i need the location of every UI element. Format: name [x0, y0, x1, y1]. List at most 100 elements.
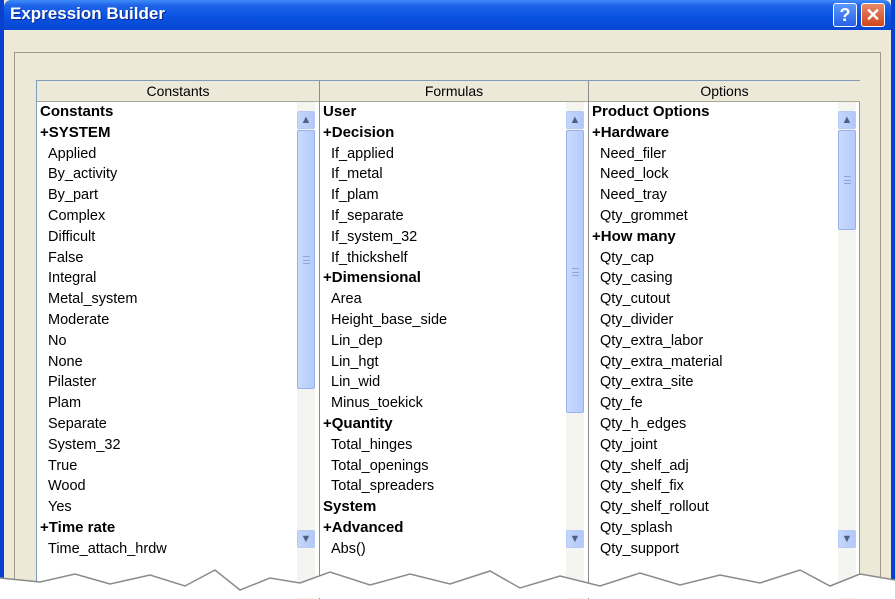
list-item[interactable]: Time_attach_hrdw — [40, 539, 319, 560]
formulas-column: Formulas User +Decision If_applied If_metal… — [319, 81, 588, 599]
scroll-up-button[interactable]: ▲ — [297, 111, 315, 129]
list-item[interactable]: True — [40, 456, 319, 477]
list-item[interactable]: Lin_hgt — [323, 352, 588, 373]
list-item[interactable]: Qty_joint — [592, 435, 860, 456]
list-item[interactable]: Qty_shelf_fix — [592, 476, 860, 497]
list-item[interactable]: Lin_dep — [323, 331, 588, 352]
list-group-header[interactable]: Constants — [40, 102, 319, 123]
scroll-up-button[interactable]: ▲ — [566, 111, 584, 129]
list-item[interactable]: Difficult — [40, 227, 319, 248]
window-title: Expression Builder — [10, 4, 165, 23]
list-item[interactable]: Plam — [40, 393, 319, 414]
close-button[interactable]: ✕ — [861, 3, 885, 27]
list-item[interactable]: Total_openings — [323, 456, 588, 477]
formulas-scrollbar[interactable]: ▲ ▼ — [566, 102, 584, 599]
list-item[interactable]: Qty_cap — [592, 248, 860, 269]
formulas-list[interactable]: User +Decision If_applied If_metal If_plam If… — [320, 102, 588, 599]
list-group-header[interactable]: +Time rate — [40, 518, 319, 539]
list-item[interactable]: Qty_cutout — [592, 289, 860, 310]
scroll-down-button[interactable]: ▼ — [297, 530, 315, 548]
scroll-thumb[interactable] — [297, 130, 315, 389]
list-item[interactable]: By_part — [40, 185, 319, 206]
chevron-down-icon: ▼ — [841, 533, 853, 545]
list-item[interactable]: Qty_extra_material — [592, 352, 860, 373]
column-header-formulas[interactable]: Formulas — [320, 81, 588, 102]
list-item[interactable]: None — [40, 352, 319, 373]
list-item[interactable]: Qty_splash — [592, 518, 860, 539]
list-item[interactable]: Qty_casing — [592, 268, 860, 289]
grip-icon — [303, 255, 310, 264]
list-item[interactable]: If_thickshelf — [323, 248, 588, 269]
options-column: Options Product Options +Hardware Need_fil… — [588, 81, 860, 599]
list-item[interactable]: If_plam — [323, 185, 588, 206]
title-bar[interactable]: Expression Builder ? ✕ — [4, 0, 891, 30]
list-item[interactable]: Metal_system — [40, 289, 319, 310]
list-item[interactable]: Qty_extra_labor — [592, 331, 860, 352]
list-group-header[interactable]: +Advanced — [323, 518, 588, 539]
list-item[interactable]: Qty_shelf_rollout — [592, 497, 860, 518]
list-group-header[interactable]: +Decision — [323, 123, 588, 144]
list-item[interactable]: False — [40, 248, 319, 269]
list-item[interactable]: Area — [323, 289, 588, 310]
constants-list[interactable]: Constants +SYSTEM Applied By_activity By_par… — [37, 102, 319, 599]
list-group-header[interactable]: User — [323, 102, 588, 123]
list-group-header[interactable]: +Quantity — [323, 414, 588, 435]
list-item[interactable]: System_32 — [40, 435, 319, 456]
list-item[interactable]: Applied — [40, 144, 319, 165]
list-item[interactable]: Abs() — [323, 539, 588, 560]
list-item[interactable]: Complex — [40, 206, 319, 227]
close-icon: ✕ — [865, 4, 881, 25]
chevron-up-icon: ▲ — [569, 114, 581, 126]
column-header-constants[interactable]: Constants — [37, 81, 319, 102]
list-item[interactable]: By_activity — [40, 164, 319, 185]
scroll-down-button[interactable]: ▼ — [566, 530, 584, 548]
list-item[interactable]: Wood — [40, 476, 319, 497]
list-item[interactable]: Total_spreaders — [323, 476, 588, 497]
chevron-up-icon: ▲ — [841, 114, 853, 126]
list-group-header[interactable]: +Hardware — [592, 123, 860, 144]
list-item[interactable]: Lin_wid — [323, 372, 588, 393]
list-item[interactable]: Separate — [40, 414, 319, 435]
scroll-down-button[interactable]: ▼ — [838, 530, 856, 548]
list-item[interactable]: Qty_fe — [592, 393, 860, 414]
list-item[interactable]: Yes — [40, 497, 319, 518]
list-item[interactable]: Qty_divider — [592, 310, 860, 331]
list-item[interactable]: Qty_grommet — [592, 206, 860, 227]
list-item[interactable]: Pilaster — [40, 372, 319, 393]
list-item[interactable]: If_applied — [323, 144, 588, 165]
list-item[interactable]: Qty_shelf_adj — [592, 456, 860, 477]
list-item[interactable]: Height_base_side — [323, 310, 588, 331]
list-item[interactable]: No — [40, 331, 319, 352]
constants-column: Constants Constants +SYSTEM Applied By_acti… — [37, 81, 319, 599]
list-group-header[interactable]: +How many — [592, 227, 860, 248]
options-list[interactable]: Product Options +Hardware Need_filer Need_l… — [589, 102, 860, 599]
list-group-header[interactable]: Product Options — [592, 102, 860, 123]
list-item[interactable]: If_metal — [323, 164, 588, 185]
list-group-header[interactable]: +SYSTEM — [40, 123, 319, 144]
grip-icon — [572, 267, 579, 276]
list-item[interactable]: Need_tray — [592, 185, 860, 206]
list-item[interactable]: Qty_extra_site — [592, 372, 860, 393]
scroll-up-button[interactable]: ▲ — [838, 111, 856, 129]
scroll-thumb[interactable] — [566, 130, 584, 413]
list-item[interactable]: Total_hinges — [323, 435, 588, 456]
column-header-options[interactable]: Options — [589, 81, 860, 102]
list-group-header[interactable]: +Dimensional — [323, 268, 588, 289]
scroll-thumb[interactable] — [838, 130, 856, 230]
list-item[interactable]: Minus_toekick — [323, 393, 588, 414]
list-item[interactable]: Need_filer — [592, 144, 860, 165]
list-item[interactable]: Need_lock — [592, 164, 860, 185]
question-mark-icon: ? — [839, 4, 851, 25]
list-item[interactable]: If_separate — [323, 206, 588, 227]
list-item[interactable]: Qty_support — [592, 539, 860, 560]
chevron-up-icon: ▲ — [300, 114, 312, 126]
options-scrollbar[interactable]: ▲ ▼ — [838, 102, 856, 599]
list-item[interactable]: Moderate — [40, 310, 319, 331]
list-item[interactable]: If_system_32 — [323, 227, 588, 248]
constants-scrollbar[interactable]: ▲ ▼ — [297, 102, 315, 599]
list-item[interactable]: Integral — [40, 268, 319, 289]
list-item[interactable]: Qty_h_edges — [592, 414, 860, 435]
help-button[interactable]: ? — [833, 3, 857, 27]
list-group-header[interactable]: System — [323, 497, 588, 518]
chevron-down-icon: ▼ — [569, 533, 581, 545]
